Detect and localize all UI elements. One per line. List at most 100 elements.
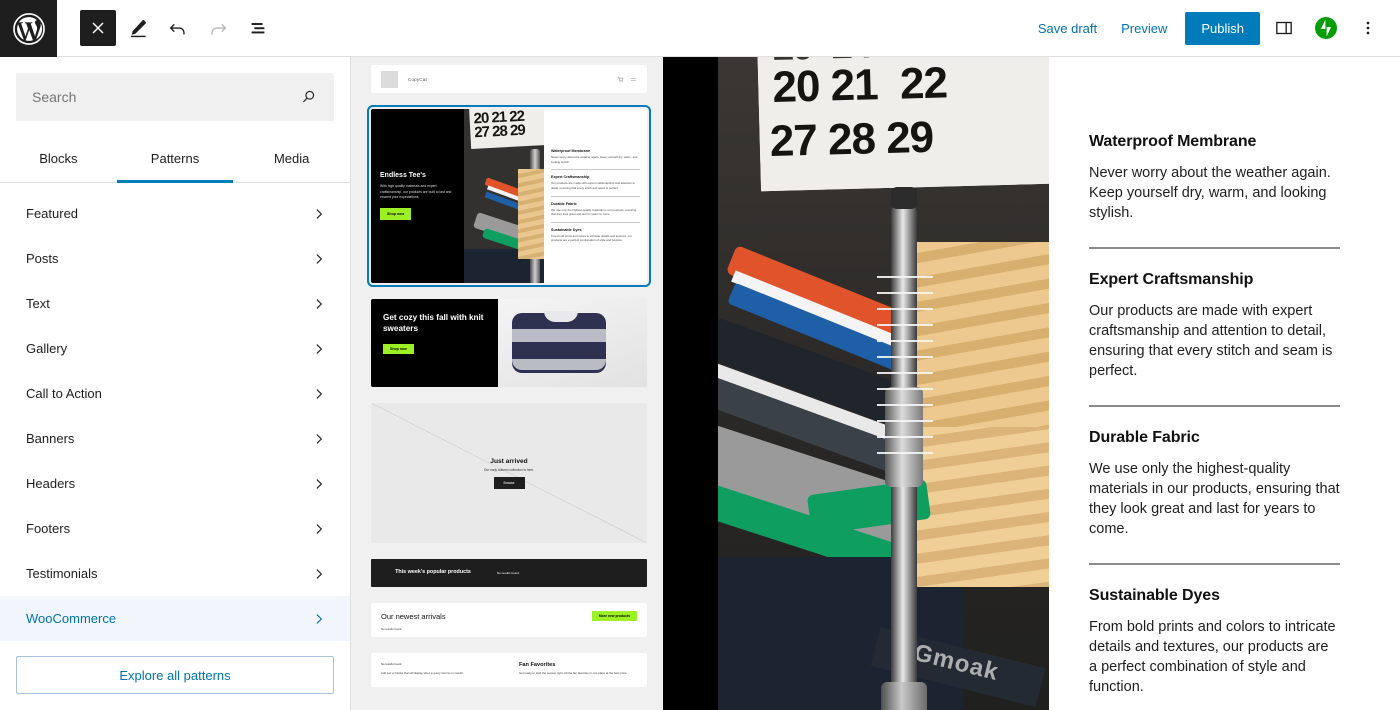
hero-feature-text: We use only the highest-quality material… xyxy=(551,207,637,217)
category-item-banners[interactable]: Banners xyxy=(0,416,350,461)
hero-feature-title: Sustainable Dyes xyxy=(551,227,582,232)
redo-button[interactable] xyxy=(200,10,236,46)
category-item-featured[interactable]: Featured xyxy=(0,191,350,236)
settings-sidebar-icon xyxy=(1276,21,1292,35)
list-view-button[interactable] xyxy=(240,10,276,46)
category-item-woocommerce[interactable]: WooCommerce xyxy=(0,596,350,641)
chevron-right-icon xyxy=(312,387,326,401)
canvas-feature-separator xyxy=(1089,247,1340,249)
wordpress-logo-button[interactable] xyxy=(0,0,57,57)
editor-canvas[interactable]: 20 10 14 15 20 21 22 27 28 29 xyxy=(663,57,1400,710)
chevron-right-icon xyxy=(312,342,326,356)
just-arrived-pattern: Just arrived Our early autumn collection… xyxy=(371,403,647,543)
hero-image: 20 21 22 27 28 29 xyxy=(464,109,544,283)
tab-media[interactable]: Media xyxy=(233,137,350,183)
category-label: Testimonials xyxy=(26,566,98,581)
inserter-tabs: Blocks Patterns Media xyxy=(0,137,350,183)
canvas-feature-text: Our products are made with expert crafts… xyxy=(1089,303,1333,379)
popular-products-note: No results found. xyxy=(497,571,520,575)
chevron-right-icon xyxy=(312,567,326,581)
hero-title: Endless Tee's xyxy=(380,171,426,179)
feature-separator xyxy=(551,221,640,223)
editor-body: Blocks Patterns Media Featured Posts xyxy=(0,57,1400,710)
category-item-posts[interactable]: Posts xyxy=(0,236,350,281)
pattern-preview-popular-products[interactable]: This week's popular products No results … xyxy=(371,559,647,587)
canvas-features-column[interactable]: Waterproof Membrane Never worry about th… xyxy=(1049,57,1400,710)
explore-all-patterns-button[interactable]: Explore all patterns xyxy=(16,656,334,694)
hero-feature-item: Sustainable Dyes From bold prints and co… xyxy=(551,228,640,243)
fan-favorites-helper-text: Add text or blocks that will display whe… xyxy=(381,671,464,675)
feature-separator xyxy=(551,169,640,171)
sweater-text-column: Get cozy this fall with knit sweaters Sh… xyxy=(371,299,498,387)
canvas-feature-text: From bold prints and colors to intricate… xyxy=(1089,619,1336,695)
search-input[interactable] xyxy=(32,89,300,105)
hero-text-column: Endless Tee's With high quality material… xyxy=(371,109,464,283)
fan-favorites-note: No results found. xyxy=(381,662,403,666)
pattern-preview-header[interactable]: CopyCat xyxy=(371,65,647,93)
canvas-feature-item[interactable]: Waterproof Membrane Never worry about th… xyxy=(1089,133,1340,223)
category-item-text[interactable]: Text xyxy=(0,281,350,326)
broken-image-diagonal xyxy=(371,403,647,543)
clothing-rack-photo-thumb: 20 21 22 27 28 29 xyxy=(464,109,544,283)
search-box[interactable] xyxy=(16,73,334,121)
category-item-headers[interactable]: Headers xyxy=(0,461,350,506)
hero-description: With high quality materials and expert c… xyxy=(380,183,452,200)
category-item-gallery[interactable]: Gallery xyxy=(0,326,350,371)
close-button[interactable] xyxy=(80,10,116,46)
pattern-preview-hero-selected[interactable]: Endless Tee's With high quality material… xyxy=(367,105,651,287)
sweater-shop-now-button[interactable]: Shop now xyxy=(383,344,414,355)
hero-feature-title: Expert Craftsmanship xyxy=(551,175,590,180)
just-arrived-button[interactable]: Browse xyxy=(493,476,525,489)
sweater-pattern: Get cozy this fall with knit sweaters Sh… xyxy=(371,299,647,387)
wordpress-logo xyxy=(12,12,45,45)
settings-sidebar-toggle[interactable] xyxy=(1266,10,1302,46)
category-label: WooCommerce xyxy=(26,611,117,626)
search-container xyxy=(0,57,350,121)
pattern-preview-fan-favorites[interactable]: No results found. Add text or blocks tha… xyxy=(371,653,647,687)
preview-button[interactable]: Preview xyxy=(1109,13,1179,44)
pencil-edit-icon xyxy=(130,20,146,38)
newest-arrivals-title: Our newest arrivals xyxy=(381,611,446,621)
menu-icon xyxy=(630,77,637,81)
category-label: Featured xyxy=(26,206,79,221)
edit-mode-button[interactable] xyxy=(120,10,156,46)
canvas-feature-title: Sustainable Dyes xyxy=(1089,587,1220,604)
fan-favorites-title: Fan Favorites xyxy=(519,662,556,668)
jetpack-icon xyxy=(1315,17,1337,39)
canvas-feature-title: Waterproof Membrane xyxy=(1089,133,1257,150)
canvas-feature-separator xyxy=(1089,563,1340,565)
canvas-cover-image[interactable]: 20 10 14 15 20 21 22 27 28 29 xyxy=(663,57,1049,710)
fan-favorites-pattern: No results found. Add text or blocks tha… xyxy=(371,653,647,687)
undo-button[interactable] xyxy=(160,10,196,46)
hero-feature-text: Never worry about the weather again. Kee… xyxy=(551,154,638,164)
jetpack-button[interactable] xyxy=(1308,10,1344,46)
save-draft-button[interactable]: Save draft xyxy=(1026,13,1109,44)
chevron-right-icon xyxy=(312,612,326,626)
more-new-products-button[interactable]: More new products xyxy=(591,611,637,621)
canvas-feature-title: Expert Craftsmanship xyxy=(1089,271,1254,288)
tab-patterns[interactable]: Patterns xyxy=(116,137,234,183)
pattern-preview-just-arrived[interactable]: Just arrived Our early autumn collection… xyxy=(371,403,647,543)
category-item-call-to-action[interactable]: Call to Action xyxy=(0,371,350,416)
more-options-button[interactable] xyxy=(1350,10,1386,46)
fan-favorites-text: Get ready to start the season right. All… xyxy=(519,671,628,675)
tab-blocks[interactable]: Blocks xyxy=(0,137,117,183)
hero-shop-now-button[interactable]: Shop now xyxy=(380,208,412,221)
redo-arrow-icon xyxy=(211,24,227,35)
publish-button[interactable]: Publish xyxy=(1185,11,1260,45)
category-label: Gallery xyxy=(26,341,68,356)
newest-arrivals-pattern: Our newest arrivals More new products No… xyxy=(371,603,647,637)
pattern-preview-newest-arrivals[interactable]: Our newest arrivals More new products No… xyxy=(371,603,647,637)
hero-feature-title: Waterproof Membrane xyxy=(551,148,590,153)
category-item-footers[interactable]: Footers xyxy=(0,506,350,551)
top-bar-spacer xyxy=(276,0,1026,56)
search-icon[interactable] xyxy=(300,88,318,106)
category-item-testimonials[interactable]: Testimonials xyxy=(0,551,350,596)
newest-arrivals-row: Our newest arrivals More new products xyxy=(381,611,637,621)
pattern-preview-sweater[interactable]: Get cozy this fall with knit sweaters Sh… xyxy=(371,299,647,387)
canvas-feature-item[interactable]: Sustainable Dyes From bold prints and co… xyxy=(1089,587,1340,697)
canvas-feature-item[interactable]: Expert Craftsmanship Our products are ma… xyxy=(1089,271,1340,381)
site-name: CopyCat xyxy=(408,76,427,82)
hero-pattern: Endless Tee's With high quality material… xyxy=(371,109,647,283)
canvas-feature-item[interactable]: Durable Fabric We use only the highest-q… xyxy=(1089,429,1340,539)
